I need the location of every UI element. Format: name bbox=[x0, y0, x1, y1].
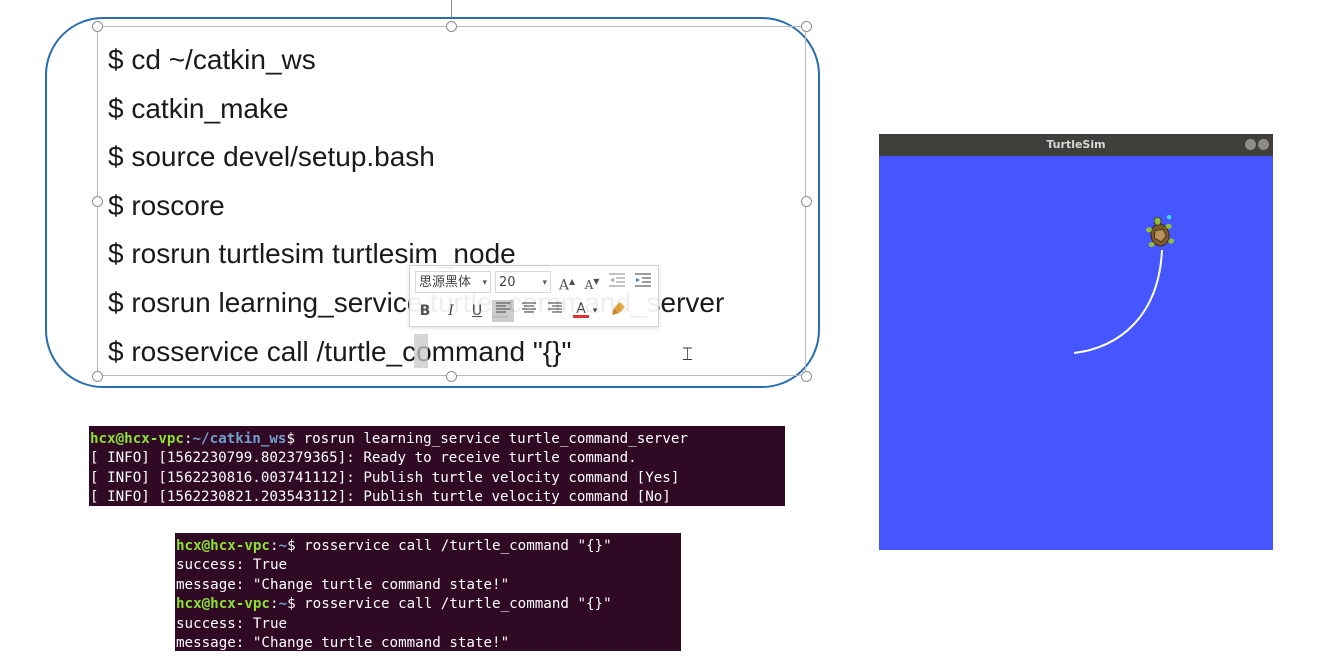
terminal-output-line: message: "Change turtle command state!" bbox=[176, 576, 510, 593]
format-painter-button[interactable] bbox=[608, 300, 630, 322]
resize-handle-left[interactable] bbox=[92, 196, 103, 207]
align-right-icon bbox=[548, 302, 562, 313]
shrink-font-button[interactable]: A▼ bbox=[581, 271, 603, 293]
mini-format-toolbar: 思源黑体 ▾ 20 ▾ A▲ A▼ B I U A ▾ bbox=[409, 265, 659, 327]
align-center-icon bbox=[522, 302, 536, 313]
font-size-select[interactable]: 20 ▾ bbox=[495, 271, 551, 293]
terminal-command: $ rosservice call /turtle_command "{}" bbox=[287, 596, 612, 613]
resize-handle-top-left[interactable] bbox=[92, 21, 103, 32]
turtle-icon bbox=[1145, 214, 1175, 248]
chevron-down-icon: ▾ bbox=[542, 278, 547, 288]
resize-handle-top-right[interactable] bbox=[801, 21, 812, 32]
terminal-output-line: success: True bbox=[176, 557, 288, 574]
decrease-indent-icon bbox=[609, 273, 625, 287]
command-line[interactable]: $ source devel/setup.bash bbox=[108, 137, 724, 186]
terminal-output-line: message: "Change turtle command state!" bbox=[176, 635, 510, 651]
prompt-user: hcx@hcx-vpc bbox=[176, 538, 270, 554]
italic-button[interactable]: I bbox=[440, 300, 462, 322]
underline-button[interactable]: U bbox=[466, 300, 488, 322]
align-left-icon bbox=[496, 302, 510, 313]
chevron-down-icon: ▾ bbox=[482, 278, 487, 288]
window-title: TurtleSim bbox=[1046, 138, 1106, 151]
terminal-prompt-line: hcx@hcx-vpc:~/catkin_ws$ rosrun learning… bbox=[90, 431, 688, 447]
prompt-user: hcx@hcx-vpc bbox=[176, 596, 270, 613]
minimize-icon[interactable] bbox=[1245, 139, 1256, 150]
font-name-select[interactable]: 思源黑体 ▾ bbox=[415, 271, 491, 293]
font-name-value: 思源黑体 bbox=[419, 275, 472, 290]
turtlesim-window: TurtleSim bbox=[879, 134, 1273, 550]
resize-handle-right[interactable] bbox=[801, 196, 812, 207]
close-icon[interactable] bbox=[1258, 139, 1269, 150]
grow-font-icon: A bbox=[558, 277, 569, 294]
resize-handle-bottom-right[interactable] bbox=[801, 371, 812, 382]
command-line[interactable]: $ catkin_make bbox=[108, 89, 724, 138]
prompt-path: ~ bbox=[278, 538, 288, 554]
terminal-prompt-line: hcx@hcx-vpc:~$ rosservice call /turtle_c… bbox=[176, 596, 612, 613]
bold-button[interactable]: B bbox=[414, 300, 436, 322]
terminal-server[interactable]: hcx@hcx-vpc:~/catkin_ws$ rosrun learning… bbox=[89, 426, 785, 506]
terminal-output-line: [ INFO] [1562230821.203543112]: Publish … bbox=[90, 489, 671, 506]
terminal-output-line: success: True bbox=[176, 615, 288, 632]
ibeam-cursor-icon: ⌶ bbox=[682, 344, 693, 365]
align-left-button[interactable] bbox=[492, 300, 514, 322]
decrease-indent-button[interactable] bbox=[606, 271, 628, 293]
prompt-user: hcx@hcx-vpc bbox=[90, 431, 184, 447]
resize-handle-bottom-left[interactable] bbox=[92, 371, 103, 382]
chevron-down-icon[interactable]: ▾ bbox=[590, 300, 600, 322]
prompt-path: ~ bbox=[278, 596, 288, 613]
turtlesim-drawing bbox=[1073, 214, 1175, 354]
shrink-font-icon: A bbox=[584, 278, 594, 292]
text-selection-highlight bbox=[414, 334, 428, 368]
resize-handle-top[interactable] bbox=[446, 21, 457, 32]
align-right-button[interactable] bbox=[544, 300, 566, 322]
turtle-trail bbox=[1073, 249, 1163, 354]
terminal-client[interactable]: hcx@hcx-vpc:~$ rosservice call /turtle_c… bbox=[175, 533, 681, 651]
terminal-output-line: [ INFO] [1562230816.003741112]: Publish … bbox=[90, 469, 680, 486]
terminal-output-line: [ INFO] [1562230799.802379365]: Ready to… bbox=[90, 450, 637, 467]
increase-indent-button[interactable] bbox=[632, 271, 654, 293]
prompt-path: ~/catkin_ws bbox=[192, 431, 287, 447]
turtlesim-canvas bbox=[879, 156, 1273, 550]
terminal-command: $ rosrun learning_service turtle_command… bbox=[286, 431, 688, 447]
command-list[interactable]: $ cd ~/catkin_ws $ catkin_make $ source … bbox=[108, 40, 724, 380]
terminal-prompt-line: hcx@hcx-vpc:~$ rosservice call /turtle_c… bbox=[176, 538, 612, 554]
guide-line bbox=[451, 0, 452, 18]
increase-indent-icon bbox=[635, 273, 651, 287]
font-size-value: 20 bbox=[499, 275, 516, 290]
align-center-button[interactable] bbox=[518, 300, 540, 322]
format-painter-icon bbox=[612, 302, 625, 315]
command-line[interactable]: $ cd ~/catkin_ws bbox=[108, 40, 724, 89]
grow-font-button[interactable]: A▲ bbox=[556, 271, 578, 294]
terminal-command: $ rosservice call /turtle_command "{}" bbox=[287, 538, 612, 554]
turtlesim-titlebar[interactable]: TurtleSim bbox=[879, 134, 1273, 156]
font-color-button[interactable]: A bbox=[570, 298, 592, 320]
command-line[interactable]: $ roscore bbox=[108, 186, 724, 235]
font-color-swatch bbox=[573, 315, 589, 318]
